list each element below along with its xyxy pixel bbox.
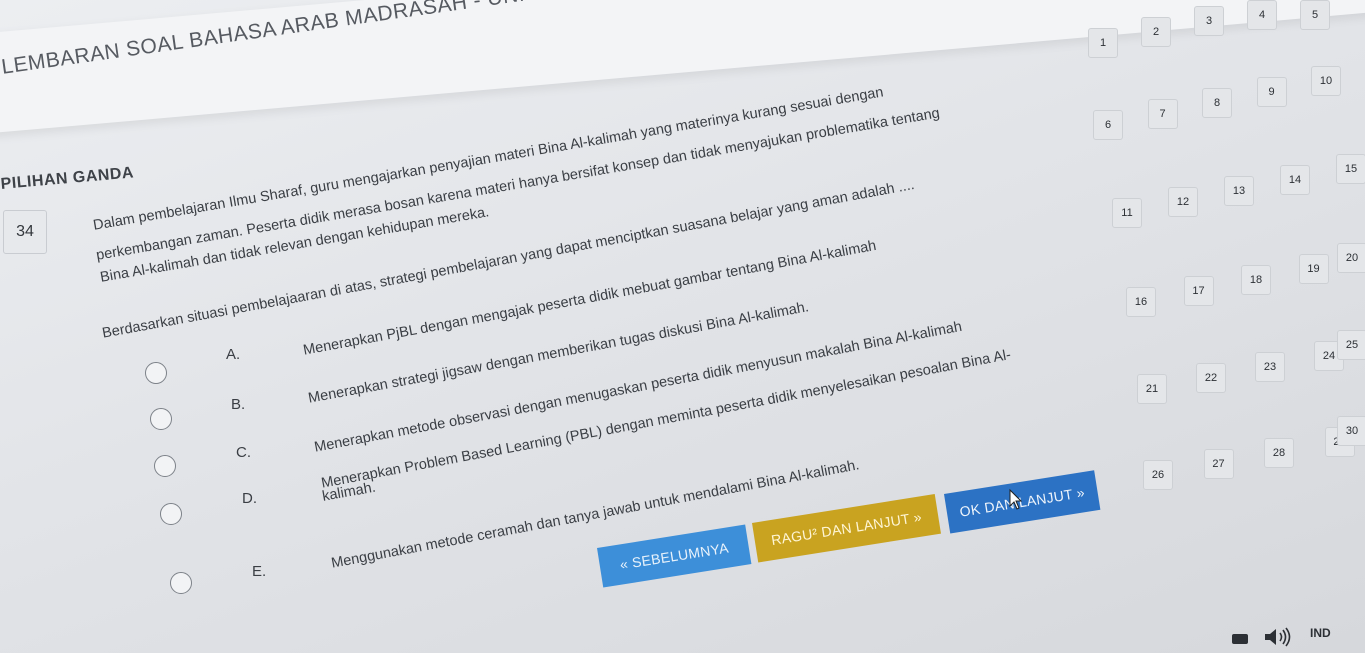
nav-question-11[interactable]: 11 (1112, 198, 1142, 228)
nav-question-30[interactable]: 30 (1337, 416, 1365, 446)
nav-question-21[interactable]: 21 (1137, 374, 1167, 404)
language-indicator[interactable]: IND (1310, 626, 1331, 640)
nav-question-25[interactable]: 25 (1337, 330, 1365, 360)
nav-question-16[interactable]: 16 (1126, 287, 1156, 317)
nav-question-19[interactable]: 19 (1298, 254, 1329, 284)
question-number: 34 (3, 210, 47, 254)
nav-question-26[interactable]: 26 (1143, 460, 1173, 490)
option-b-radio[interactable] (150, 408, 172, 430)
option-e-letter: E. (252, 563, 267, 580)
nav-question-17[interactable]: 17 (1183, 276, 1214, 306)
option-b-text[interactable]: Menerapkan strategi jigsaw dengan member… (307, 299, 810, 407)
nav-question-14[interactable]: 14 (1280, 165, 1310, 195)
nav-question-12[interactable]: 12 (1168, 187, 1198, 217)
nav-question-18[interactable]: 18 (1241, 265, 1271, 295)
option-e-radio[interactable] (170, 572, 192, 594)
question-line-2: perkembangan zaman. Peserta didik merasa… (95, 105, 941, 264)
doubtful-next-button[interactable]: RAGU² DAN LANJUT » (752, 494, 941, 563)
nav-question-10[interactable]: 10 (1311, 66, 1341, 96)
nav-question-2[interactable]: 2 (1141, 17, 1171, 47)
nav-question-3[interactable]: 3 (1194, 6, 1224, 36)
nav-question-23[interactable]: 23 (1255, 352, 1285, 382)
nav-question-15[interactable]: 15 (1336, 154, 1365, 184)
nav-question-1[interactable]: 1 (1088, 28, 1118, 58)
nav-question-4[interactable]: 4 (1247, 0, 1277, 30)
option-d-radio[interactable] (160, 503, 182, 525)
nav-question-27[interactable]: 27 (1203, 449, 1234, 479)
option-a-radio[interactable] (145, 362, 167, 384)
nav-question-5[interactable]: 5 (1300, 0, 1330, 30)
nav-question-22[interactable]: 22 (1196, 363, 1226, 393)
previous-button[interactable]: « SEBELUMNYA (597, 524, 752, 588)
nav-question-7[interactable]: 7 (1147, 99, 1178, 129)
option-a-letter: A. (226, 346, 241, 363)
nav-question-28[interactable]: 28 (1264, 438, 1294, 468)
option-c-radio[interactable] (154, 455, 176, 477)
nav-question-9[interactable]: 9 (1256, 77, 1287, 107)
nav-question-8[interactable]: 8 (1202, 88, 1232, 118)
nav-question-13[interactable]: 13 (1224, 176, 1254, 206)
option-d-letter: D. (242, 490, 257, 507)
battery-icon (1232, 634, 1248, 644)
option-b-letter: B. (231, 396, 246, 413)
mouse-cursor-icon (1009, 488, 1023, 510)
exam-page: LEMBARAN SOAL BAHASA ARAB MADRASAH - UNI… (0, 0, 1365, 653)
nav-question-20[interactable]: 20 (1337, 243, 1365, 273)
section-title: PILIHAN GANDA (0, 164, 135, 193)
speaker-icon[interactable] (1262, 626, 1296, 648)
nav-question-6[interactable]: 6 (1093, 110, 1123, 140)
option-c-letter: C. (236, 444, 251, 461)
